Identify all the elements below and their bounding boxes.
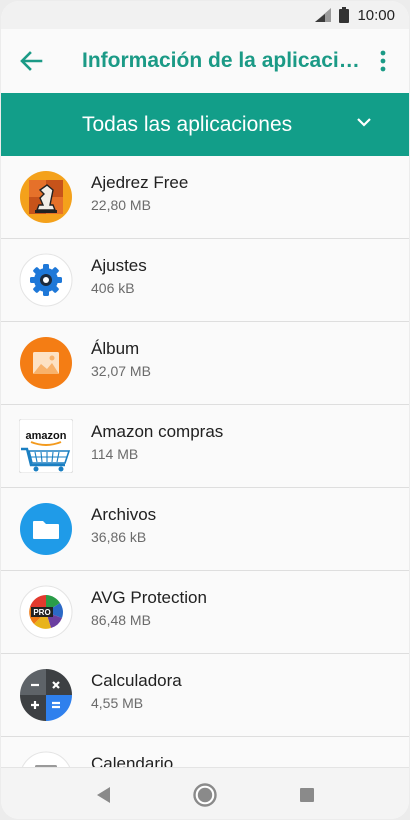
battery-icon <box>339 7 350 23</box>
status-icons: 10:00 <box>315 6 395 24</box>
amazon-cart-icon: amazon <box>19 419 73 473</box>
status-time: 10:00 <box>357 6 395 24</box>
album-photo-icon <box>20 337 72 389</box>
calculator-icon <box>20 669 72 721</box>
app-name: Calculadora <box>91 671 182 690</box>
home-circle-icon[interactable] <box>192 782 218 808</box>
app-size: 86,48 MB <box>91 612 151 628</box>
filter-label: Todas las aplicaciones <box>82 113 293 136</box>
status-bar: 10:00 <box>1 1 409 29</box>
app-list-item[interactable]: Álbum 32,07 MB <box>1 322 409 405</box>
page-title: Información de la aplicaciones <box>82 49 362 72</box>
svg-text:amazon: amazon <box>26 430 67 442</box>
app-size: 32,07 MB <box>91 363 151 379</box>
phone-screen: 10:00 Información de la aplicaciones Tod… <box>1 1 409 819</box>
app-list-item[interactable]: Ajedrez Free 22,80 MB <box>1 156 409 239</box>
chevron-down-icon <box>357 118 371 127</box>
app-list-item[interactable]: PRO AVG Protection 86,48 MB <box>1 571 409 654</box>
app-size: 406 kB <box>91 280 135 296</box>
app-bar: Información de la aplicaciones <box>1 29 409 93</box>
app-size: 22,80 MB <box>91 197 151 213</box>
navigation-bar <box>1 767 409 819</box>
app-filter-dropdown[interactable]: Todas las aplicaciones <box>1 93 409 156</box>
app-name: Amazon compras <box>91 422 224 441</box>
more-options-icon[interactable] <box>371 47 395 75</box>
chess-icon <box>20 171 72 223</box>
folder-icon <box>20 503 72 555</box>
app-size: 114 MB <box>91 446 139 462</box>
settings-gear-icon <box>19 253 73 307</box>
app-name: Ajustes <box>91 256 147 275</box>
app-name: Ajedrez Free <box>91 173 189 192</box>
app-list-item[interactable]: Calculadora 4,55 MB <box>1 654 409 737</box>
back-arrow-icon[interactable] <box>17 47 45 75</box>
avg-icon: PRO <box>19 585 73 639</box>
app-name: Álbum <box>91 339 140 358</box>
app-list-item[interactable]: amazon Amazon compras 114 MB <box>1 405 409 488</box>
app-name: Archivos <box>91 505 157 524</box>
app-size: 4,55 MB <box>91 695 144 711</box>
svg-text:PRO: PRO <box>33 608 50 617</box>
signal-icon <box>315 8 332 22</box>
app-size: 36,86 kB <box>91 529 147 545</box>
back-triangle-icon[interactable] <box>91 782 117 808</box>
app-list-item[interactable]: Archivos 36,86 kB <box>1 488 409 571</box>
recents-square-icon[interactable] <box>294 782 320 808</box>
app-list-item[interactable]: Ajustes 406 kB <box>1 239 409 322</box>
app-name: AVG Protection <box>91 588 207 607</box>
app-list: Ajedrez Free 22,80 MB Ajustes 406 kB Álb… <box>1 156 409 819</box>
